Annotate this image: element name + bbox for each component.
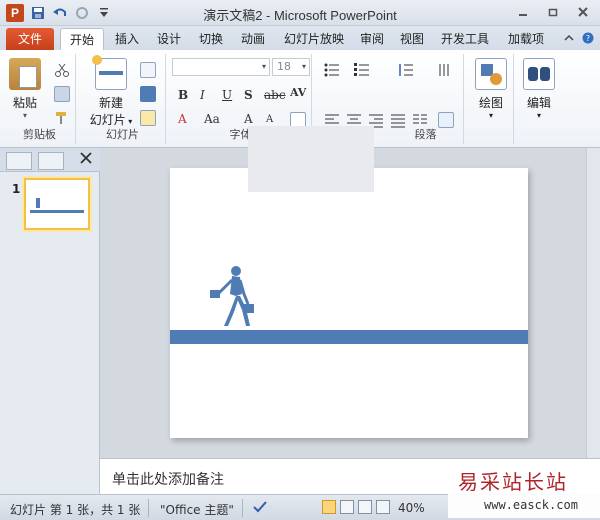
new-slide-label-1: 新建 xyxy=(98,96,123,110)
cut-icon[interactable] xyxy=(54,62,70,78)
save-icon[interactable] xyxy=(30,5,46,21)
close-icon[interactable] xyxy=(570,3,596,21)
reset-icon[interactable] xyxy=(140,86,156,102)
pane-tabs xyxy=(0,148,100,172)
editing-group: 编辑 ▾ xyxy=(516,54,560,144)
slide-accent-band xyxy=(170,330,528,344)
walking-woman-figure xyxy=(210,266,254,326)
close-pane-icon[interactable] xyxy=(80,152,92,167)
paste-button[interactable]: 粘贴 ▾ xyxy=(8,58,42,120)
grow-font-icon[interactable]: A xyxy=(244,112,253,126)
slides-tab[interactable] xyxy=(6,152,32,170)
title-bar: P 演示文稿2 - Microsoft PowerPoint xyxy=(0,0,600,26)
tab-slideshow[interactable]: 幻灯片放映 xyxy=(278,28,350,50)
find-icon xyxy=(523,58,555,90)
slideshow-view-icon[interactable] xyxy=(376,500,390,514)
line-spacing-icon[interactable] xyxy=(398,62,414,78)
tab-review[interactable]: 审阅 xyxy=(354,28,390,50)
tab-view[interactable]: 视图 xyxy=(394,28,430,50)
new-slide-button[interactable]: 新建 幻灯片 ▾ xyxy=(84,55,138,128)
new-slide-icon xyxy=(92,55,127,90)
new-slide-label-2: 幻灯片 xyxy=(89,113,126,127)
paste-icon xyxy=(9,58,41,90)
slide-thumbnail[interactable] xyxy=(24,178,90,230)
window-title: 演示文稿2 - Microsoft PowerPoint xyxy=(203,8,397,23)
shadow-icon[interactable]: S xyxy=(244,88,253,102)
normal-view-icon[interactable] xyxy=(322,500,336,514)
section-icon[interactable] xyxy=(140,110,156,126)
change-case-icon[interactable]: Aa xyxy=(204,112,220,126)
copy-icon[interactable] xyxy=(54,86,70,102)
slides-group: 新建 幻灯片 ▾ 幻灯片 xyxy=(80,54,166,144)
slide-thumb-number: 1 xyxy=(12,182,21,196)
slides-group-label: 幻灯片 xyxy=(106,128,139,141)
window-controls xyxy=(510,3,596,21)
tab-insert[interactable]: 插入 xyxy=(108,28,146,50)
zoom-level[interactable]: 40% xyxy=(398,501,425,515)
shapes-icon xyxy=(475,58,507,90)
tab-transitions[interactable]: 切换 xyxy=(192,28,230,50)
reading-view-icon[interactable] xyxy=(358,500,372,514)
undo-icon[interactable] xyxy=(52,5,68,21)
font-size-value: 18 xyxy=(277,60,291,73)
strikethrough-icon[interactable]: abc xyxy=(264,88,286,102)
vertical-scrollbar[interactable] xyxy=(586,148,600,458)
drawing-group: 绘图 ▾ xyxy=(468,54,514,144)
format-painter-icon[interactable] xyxy=(54,110,70,126)
redo-icon[interactable] xyxy=(74,5,90,21)
slide-canvas[interactable] xyxy=(170,168,528,438)
powerpoint-app-icon[interactable]: P xyxy=(6,4,24,22)
tab-animations[interactable]: 动画 xyxy=(234,28,272,50)
tab-developer[interactable]: 开发工具 xyxy=(436,28,494,50)
minimize-icon[interactable] xyxy=(510,3,536,21)
tab-file[interactable]: 文件 xyxy=(6,28,54,50)
watermark-url: www.easck.com xyxy=(484,498,578,512)
theme-status[interactable]: "Office 主题" xyxy=(160,501,234,518)
slide-count-status: 幻灯片 第 1 张，共 1 张 xyxy=(10,503,141,517)
drawing-button[interactable]: 绘图 ▾ xyxy=(472,58,510,120)
clipboard-group: 粘贴 ▾ 剪贴板 xyxy=(4,54,76,144)
font-color-icon[interactable]: A xyxy=(178,112,187,126)
shrink-font-icon[interactable]: A xyxy=(266,114,273,125)
notes-placeholder: 单击此处添加备注 xyxy=(112,472,224,488)
spell-check-icon[interactable] xyxy=(252,500,268,517)
drawing-label: 绘图 xyxy=(478,96,503,110)
layout-icon[interactable] xyxy=(140,62,156,78)
italic-icon[interactable]: I xyxy=(200,88,205,102)
tab-home[interactable]: 开始 xyxy=(60,28,104,50)
obscured-region xyxy=(248,126,374,192)
outline-tab[interactable] xyxy=(38,152,64,170)
svg-text:?: ? xyxy=(586,34,590,43)
font-name-dropdown[interactable]: ▾ xyxy=(172,58,270,76)
editing-label: 编辑 xyxy=(526,96,551,110)
editing-button[interactable]: 编辑 ▾ xyxy=(520,58,558,120)
bold-icon[interactable]: B xyxy=(178,88,188,102)
font-size-dropdown[interactable]: 18 ▾ xyxy=(272,58,310,76)
quick-access-toolbar xyxy=(30,5,112,21)
restore-icon[interactable] xyxy=(540,3,566,21)
watermark: 易采站长站 www.easck.com xyxy=(448,462,600,518)
numbering-icon[interactable] xyxy=(354,62,370,78)
char-spacing-icon[interactable]: AV xyxy=(290,86,306,99)
collapse-ribbon-icon[interactable] xyxy=(564,32,574,47)
clipboard-group-label: 剪贴板 xyxy=(23,128,56,141)
slide-editing-area xyxy=(100,148,600,458)
text-direction-icon[interactable] xyxy=(436,62,452,78)
slide-sorter-icon[interactable] xyxy=(340,500,354,514)
underline-icon[interactable]: U xyxy=(222,88,232,102)
paste-label: 粘贴 xyxy=(12,96,37,110)
tab-addins[interactable]: 加载项 xyxy=(502,28,550,50)
watermark-title: 易采站长站 xyxy=(458,470,568,494)
customize-qat-icon[interactable] xyxy=(96,5,112,21)
tab-design[interactable]: 设计 xyxy=(150,28,188,50)
ribbon-tab-bar: 文件 开始 插入 设计 切换 动画 幻灯片放映 审阅 视图 开发工具 加载项 ? xyxy=(0,26,600,50)
help-icon[interactable]: ? xyxy=(582,32,594,47)
bullets-icon[interactable] xyxy=(324,62,340,78)
